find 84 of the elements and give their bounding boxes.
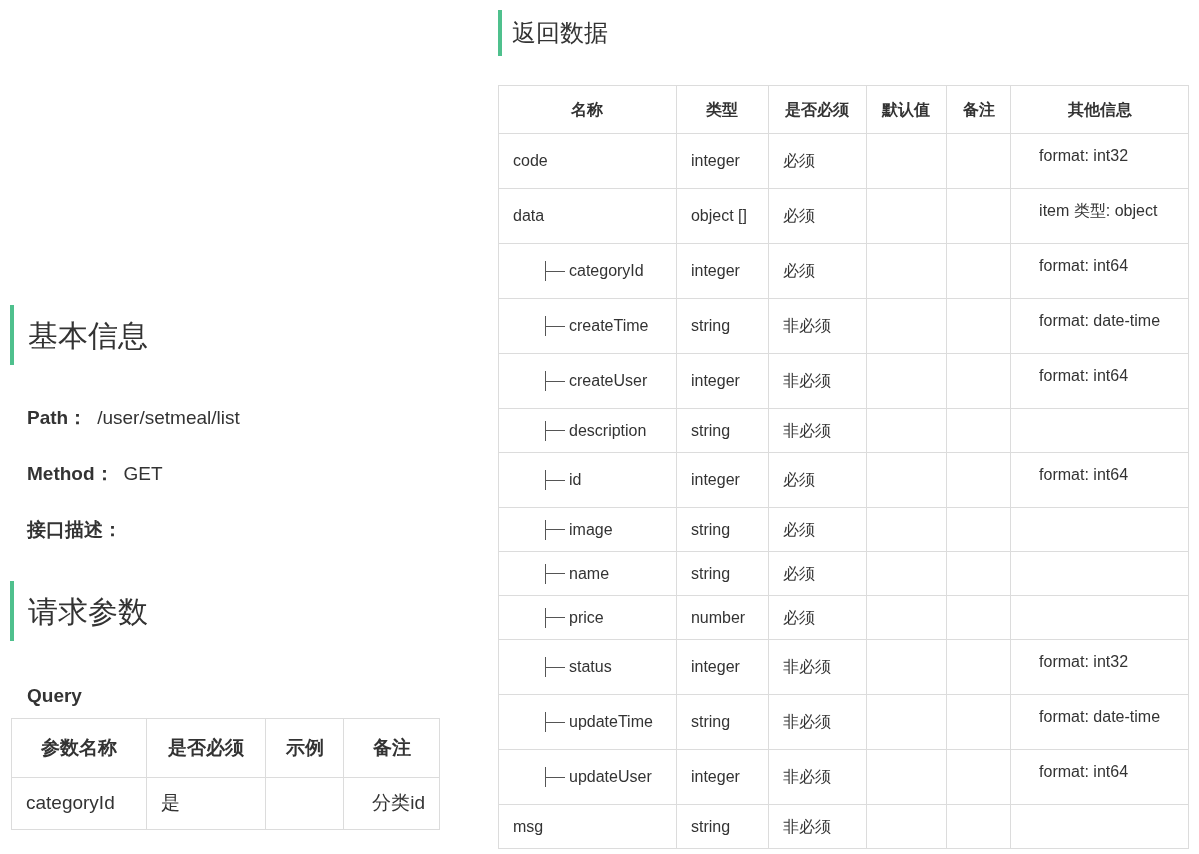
table-cell: 必须	[768, 243, 867, 299]
table-cell: object []	[676, 188, 769, 244]
table-cell: 必须	[768, 507, 867, 552]
tree-branch-icon	[545, 371, 565, 391]
table-cell: integer	[676, 353, 769, 409]
table-cell: 必须	[768, 188, 867, 244]
table-cell: integer	[676, 639, 769, 695]
field-label: 接口描述：	[27, 517, 122, 542]
tree-branch-icon	[545, 712, 565, 732]
table-cell: 非必须	[768, 353, 867, 409]
field-name: msg	[513, 816, 544, 837]
table-cell: 非必须	[768, 298, 867, 354]
column-header: 是否必须	[146, 718, 266, 778]
section-heading: 基本信息	[28, 317, 148, 354]
table-cell: format: int64	[1010, 749, 1189, 805]
field-name: description	[569, 420, 647, 441]
table-cell: string	[676, 551, 769, 596]
column-header: 参数名称	[11, 718, 147, 778]
field-name: createTime	[569, 316, 649, 336]
tree-branch-icon	[545, 519, 565, 540]
table-cell: 非必须	[768, 749, 867, 805]
column-header: 备注	[343, 718, 440, 778]
field-name: price	[569, 607, 604, 628]
table-cell: format: int32	[1010, 639, 1189, 695]
table-cell: item 类型: object	[1010, 188, 1189, 244]
table-cell: integer	[676, 133, 769, 189]
field-value: /user/setmeal/list	[97, 405, 240, 430]
field-label: Method：	[27, 461, 114, 486]
table-cell: 非必须	[768, 694, 867, 750]
tree-branch-icon	[545, 607, 565, 628]
field-name: image	[569, 519, 613, 540]
field-label: Path：	[27, 405, 88, 430]
table-cell: string	[676, 507, 769, 552]
tree-branch-icon	[545, 767, 565, 787]
table-cell: 非必须	[768, 639, 867, 695]
tree-branch-icon	[545, 420, 565, 441]
table-cell: 必须	[768, 551, 867, 596]
tree-branch-icon	[545, 470, 565, 490]
column-header: 类型	[676, 85, 769, 134]
field-name: createUser	[569, 371, 648, 391]
table-cell: format: int64	[1010, 353, 1189, 409]
table-cell: format: date-time	[1010, 694, 1189, 750]
field-name: name	[569, 563, 610, 584]
column-header: 默认值	[866, 85, 947, 134]
column-header: 是否必须	[768, 85, 867, 134]
field-name: code	[513, 151, 548, 171]
column-header: 其他信息	[1010, 85, 1189, 134]
query-title: Query	[26, 684, 83, 706]
column-header: 备注	[946, 85, 1011, 134]
table-cell: number	[676, 595, 769, 640]
tree-branch-icon	[545, 657, 565, 677]
table-cell: string	[676, 408, 769, 453]
field-name: updateTime	[569, 712, 653, 732]
field-name: data	[513, 206, 545, 226]
tree-branch-icon	[545, 316, 565, 336]
table-cell: 分类id	[343, 777, 440, 830]
table-cell: integer	[676, 243, 769, 299]
table-cell: format: int32	[1010, 133, 1189, 189]
table-cell: string	[676, 804, 769, 849]
table-cell: 必须	[768, 133, 867, 189]
table-cell: 必须	[768, 452, 867, 508]
field-name: categoryId	[569, 261, 644, 281]
field-name: status	[569, 657, 612, 677]
table-cell: integer	[676, 452, 769, 508]
field-value: GET	[123, 461, 163, 486]
table-cell: format: int64	[1010, 452, 1189, 508]
table-cell: 非必须	[768, 408, 867, 453]
column-header: 示例	[265, 718, 344, 778]
table-cell: integer	[676, 749, 769, 805]
table-cell: string	[676, 694, 769, 750]
section-heading: 返回数据	[512, 18, 608, 48]
table-cell: 必须	[768, 595, 867, 640]
table-cell: string	[676, 298, 769, 354]
table-cell: format: int64	[1010, 243, 1189, 299]
table-cell: 是	[146, 777, 266, 830]
table-cell: format: date-time	[1010, 298, 1189, 354]
tree-branch-icon	[545, 563, 565, 584]
table-cell: 非必须	[768, 804, 867, 849]
tree-branch-icon	[545, 261, 565, 281]
table-cell: categoryId	[11, 777, 147, 830]
field-name: updateUser	[569, 767, 652, 787]
column-header: 名称	[498, 85, 677, 134]
field-name: id	[569, 470, 582, 490]
section-heading: 请求参数	[28, 593, 148, 630]
